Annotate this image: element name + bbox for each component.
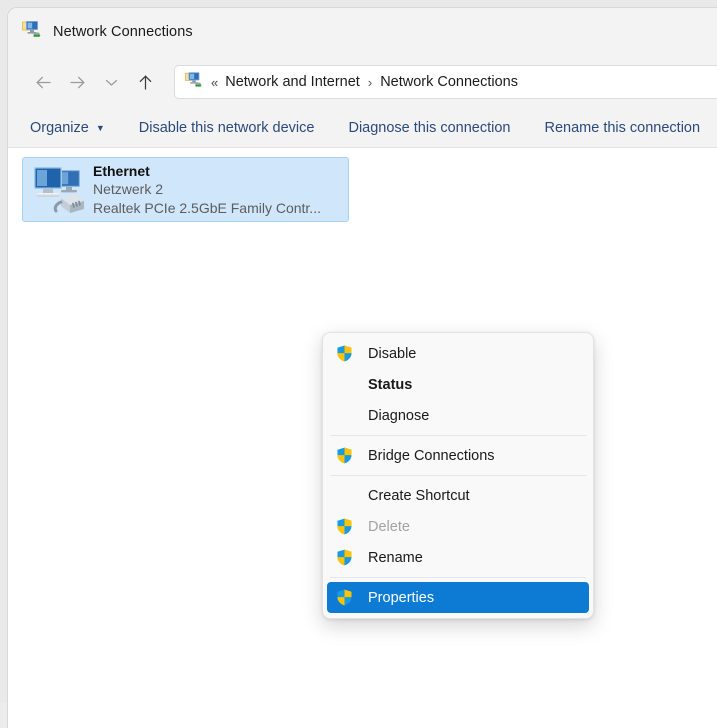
menu-item-rename[interactable]: Rename [327,542,589,573]
menu-item-label: Properties [368,590,434,606]
uac-shield-icon [335,518,353,536]
connection-network: Netzwerk 2 [93,180,321,198]
connections-list: Ethernet Netzwerk 2 Realtek PCIe 2.5GbE … [8,148,717,717]
menu-item-label: Status [368,377,412,393]
arrow-right-icon [69,75,86,90]
menu-separator [330,435,586,436]
connection-item-ethernet[interactable]: Ethernet Netzwerk 2 Realtek PCIe 2.5GbE … [22,157,349,222]
breadcrumb-network-and-internet[interactable]: Network and Internet [225,74,360,90]
menu-item-properties[interactable]: Properties [327,582,589,613]
menu-item-label: Delete [368,519,410,535]
command-bar: Organize ▼ Disable this network device D… [8,109,717,148]
menu-item-status[interactable]: Status [327,369,589,400]
uac-shield-icon [335,447,353,465]
connection-adapter: Realtek PCIe 2.5GbE Family Contr... [93,199,321,217]
address-bar[interactable]: « Network and Internet › Network Connect… [174,65,717,99]
menu-item-label: Rename [368,550,423,566]
recent-locations-button[interactable] [94,66,128,98]
back-button[interactable] [26,66,60,98]
menu-item-create-shortcut[interactable]: Create Shortcut [327,480,589,511]
menu-item-label: Create Shortcut [368,488,470,504]
menu-item-label: Bridge Connections [368,448,495,464]
uac-shield-icon [335,589,353,607]
arrow-up-icon [138,74,153,91]
network-connections-icon [22,20,42,43]
chevron-down-icon [105,78,118,87]
diagnose-connection-button[interactable]: Diagnose this connection [348,120,510,136]
breadcrumb-network-connections[interactable]: Network Connections [380,74,518,90]
menu-item-delete: Delete [327,511,589,542]
menu-item-label: Diagnose [368,408,429,424]
network-connections-window: Network Connections [8,8,717,728]
disable-device-button[interactable]: Disable this network device [139,120,315,136]
breadcrumb-overflow[interactable]: « [211,75,218,90]
organize-button[interactable]: Organize ▼ [30,120,105,136]
network-connections-icon [185,71,203,93]
navigation-bar: « Network and Internet › Network Connect… [8,55,717,109]
caret-down-icon: ▼ [96,124,105,133]
context-menu: Disable Status Diagnose Br [322,332,594,619]
organize-label: Organize [30,120,89,136]
ethernet-adapter-icon [30,164,86,216]
forward-button[interactable] [60,66,94,98]
menu-item-label: Disable [368,346,416,362]
menu-item-diagnose[interactable]: Diagnose [327,400,589,431]
rename-connection-button[interactable]: Rename this connection [545,120,701,136]
connection-name: Ethernet [93,162,321,180]
menu-item-bridge-connections[interactable]: Bridge Connections [327,440,589,471]
uac-shield-icon [335,549,353,567]
menu-item-disable[interactable]: Disable [327,338,589,369]
connection-text-block: Ethernet Netzwerk 2 Realtek PCIe 2.5GbE … [93,162,321,217]
menu-separator [330,577,586,578]
uac-shield-icon [335,345,353,363]
window-title: Network Connections [53,24,193,40]
breadcrumb-separator: › [368,75,372,90]
menu-separator [330,475,586,476]
arrow-left-icon [35,75,52,90]
up-button[interactable] [128,66,162,98]
title-bar: Network Connections [8,8,717,55]
